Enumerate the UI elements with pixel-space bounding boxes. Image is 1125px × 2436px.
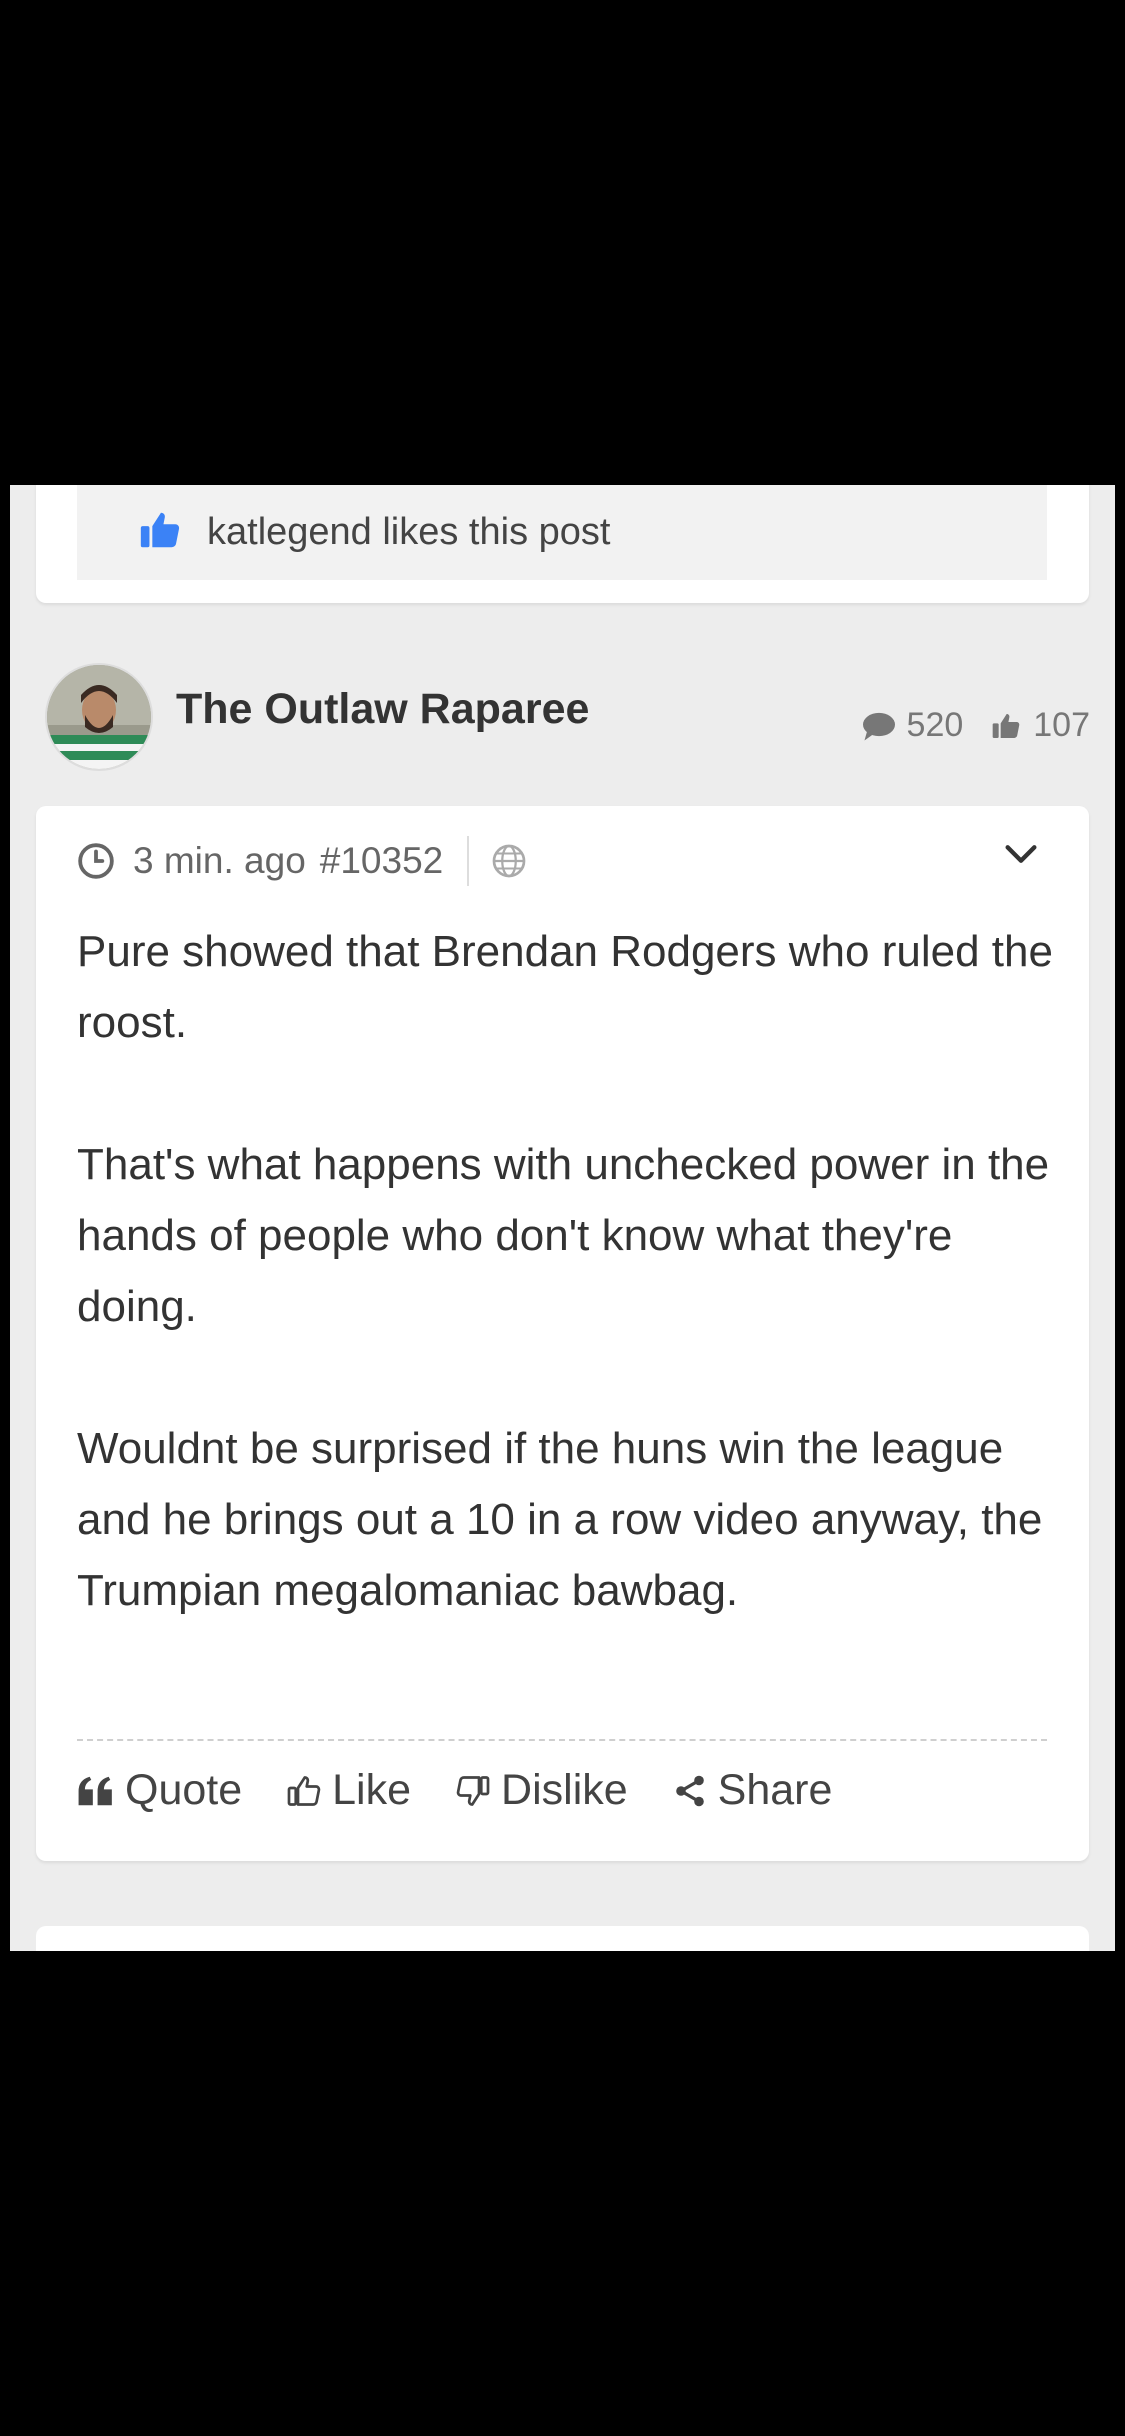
quote-icon [78, 1776, 112, 1805]
chevron-down-icon[interactable] [1001, 834, 1041, 874]
thumbs-up-icon [992, 713, 1020, 738]
post-body: Pure showed that Brendan Rodgers who rul… [77, 916, 1057, 1697]
post-time: 3 min. ago [133, 840, 306, 881]
post-card: 3 min. ago #10352 Pure showed that Brend… [36, 806, 1089, 1861]
comment-count: 520 [906, 706, 964, 744]
share-icon [675, 1775, 704, 1806]
speech-bubble-icon [862, 712, 895, 741]
forum-panel: katlegend likes this post The Outlaw Rap… [10, 485, 1115, 1951]
post-paragraph: That's what happens with unchecked power… [77, 1140, 1050, 1331]
likes-box: katlegend likes this post [77, 485, 1047, 580]
next-post-card [36, 1926, 1089, 1951]
post-meta: 3 min. ago #10352 [77, 836, 527, 886]
comment-count-stat: 520 [861, 706, 964, 745]
post-paragraph: Wouldnt be surprised if the huns win the… [77, 1424, 1043, 1615]
quote-button[interactable]: Quote [77, 1766, 242, 1815]
thumbs-up-icon [140, 512, 180, 548]
like-label: Like [332, 1766, 412, 1814]
post-id[interactable]: #10352 [320, 840, 443, 882]
globe-icon [492, 844, 526, 878]
thumbs-down-outline-icon [456, 1775, 490, 1806]
action-divider [77, 1739, 1047, 1741]
share-label: Share [717, 1766, 833, 1814]
clock-icon [78, 843, 114, 879]
author-stats: 520 107 [835, 706, 1090, 745]
likes-text: katlegend likes this post [207, 511, 611, 553]
like-count: 107 [1033, 706, 1090, 744]
likes-card: katlegend likes this post [36, 485, 1089, 603]
dislike-label: Dislike [501, 1766, 628, 1814]
post-actions: Quote Like Dislike Share [77, 1766, 876, 1815]
quote-label: Quote [125, 1766, 243, 1814]
like-count-stat: 107 [989, 706, 1090, 745]
post-paragraph: Pure showed that Brendan Rodgers who rul… [77, 927, 1053, 1047]
dislike-button[interactable]: Dislike [455, 1766, 628, 1815]
meta-separator [467, 836, 470, 886]
like-button[interactable]: Like [286, 1766, 411, 1815]
avatar[interactable] [45, 663, 153, 771]
avatar-image [47, 665, 151, 769]
thumbs-up-outline-icon [287, 1775, 321, 1806]
share-button[interactable]: Share [672, 1766, 833, 1815]
author-name[interactable]: The Outlaw Raparee [176, 685, 589, 734]
